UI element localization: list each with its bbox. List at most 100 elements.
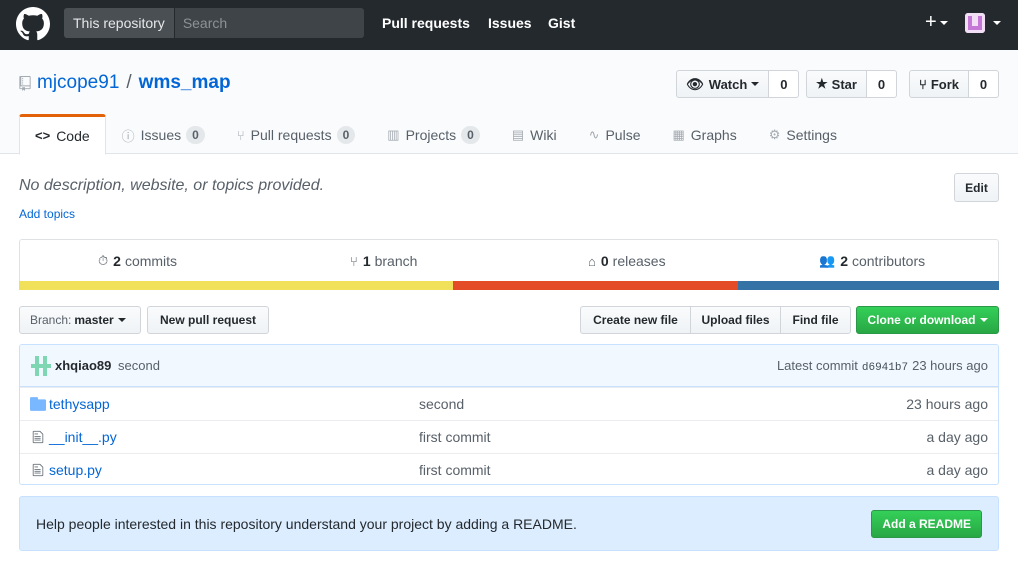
file-commit-message[interactable]: second bbox=[419, 396, 464, 412]
star-count[interactable]: 0 bbox=[866, 70, 897, 98]
commit-message-link[interactable]: second bbox=[118, 358, 160, 373]
tab-label: Code bbox=[56, 127, 90, 144]
file-table: xhqiao89 second Latest commit d6941b7 23… bbox=[19, 344, 999, 485]
tab-graphs[interactable]: ▦ Graphs bbox=[657, 114, 753, 154]
contributors-count: 2 bbox=[840, 253, 848, 269]
language-segment bbox=[738, 281, 999, 290]
github-logo-icon[interactable] bbox=[16, 7, 50, 41]
branches-link[interactable]: ⑂ 1 branch bbox=[350, 253, 417, 269]
chevron-down-icon bbox=[939, 20, 948, 25]
latest-commit-bar: xhqiao89 second Latest commit d6941b7 23… bbox=[20, 345, 998, 387]
search-box[interactable]: This repository Search bbox=[64, 8, 364, 38]
fork-icon: ⑂ bbox=[919, 76, 927, 92]
project-icon: ▥ bbox=[387, 127, 400, 142]
star-button[interactable]: ★ Star bbox=[806, 70, 867, 98]
tab-code[interactable]: <> Code bbox=[19, 114, 106, 155]
create-new-dropdown[interactable]: + bbox=[925, 12, 948, 32]
branch-count: 1 bbox=[362, 253, 371, 269]
contributors-label: contributors bbox=[851, 253, 926, 269]
search-scope-label: This repository bbox=[64, 8, 175, 38]
readme-prompt-text: Help people interested in this repositor… bbox=[36, 516, 577, 532]
user-avatar[interactable] bbox=[965, 13, 985, 33]
branch-select-button[interactable]: Branch: master bbox=[19, 306, 141, 334]
clone-label: Clone or download bbox=[867, 313, 976, 327]
watch-button[interactable]: 👁 Watch bbox=[676, 70, 770, 98]
latest-commit-prefix: Latest commit bbox=[776, 358, 858, 373]
tab-label: Projects bbox=[405, 127, 457, 143]
tab-wiki[interactable]: ▤ Wiki bbox=[496, 114, 573, 154]
chevron-down-icon bbox=[751, 82, 760, 86]
repo-header: mjcope91 / wms_map 👁 Watch 0 ★ Star 0 ⑂ … bbox=[0, 50, 1018, 155]
edit-description-button[interactable]: Edit bbox=[954, 173, 999, 202]
repo-owner-link[interactable]: mjcope91 bbox=[37, 72, 119, 94]
repo-icon bbox=[19, 75, 31, 91]
file-commit-message[interactable]: first commit bbox=[419, 429, 491, 445]
create-new-file-button[interactable]: Create new file bbox=[580, 306, 691, 334]
file-name-link[interactable]: setup.py bbox=[49, 462, 102, 478]
repo-title: mjcope91 / wms_map bbox=[19, 72, 231, 94]
nav-pull-requests[interactable]: Pull requests bbox=[382, 15, 470, 31]
people-icon: 👥 bbox=[819, 253, 836, 268]
releases-link[interactable]: ⌂ 0 releases bbox=[588, 253, 666, 269]
fork-count[interactable]: 0 bbox=[968, 70, 999, 98]
latest-commit-info: Latest commit d6941b7 23 hours ago bbox=[777, 358, 988, 374]
search-input[interactable]: Search bbox=[175, 8, 364, 38]
nav-gist[interactable]: Gist bbox=[548, 15, 575, 31]
nav-issues[interactable]: Issues bbox=[488, 15, 532, 31]
add-topics-link[interactable]: Add topics bbox=[19, 207, 75, 221]
tab-issues[interactable]: ⓘ Issues 0 bbox=[106, 114, 221, 154]
file-name-link[interactable]: tethysapp bbox=[49, 396, 110, 412]
code-icon: <> bbox=[35, 128, 51, 143]
contributors-link[interactable]: 👥 2 contributors bbox=[819, 253, 925, 269]
releases-count: 0 bbox=[600, 253, 609, 269]
watch-count[interactable]: 0 bbox=[769, 70, 800, 98]
folder-icon bbox=[30, 397, 46, 411]
author-avatar[interactable] bbox=[31, 356, 51, 376]
commits-link[interactable]: ⏱ 2 commits bbox=[98, 253, 177, 269]
tab-pull-requests[interactable]: ⑂ Pull requests 0 bbox=[221, 114, 371, 154]
chevron-down-icon[interactable] bbox=[993, 21, 1001, 25]
tab-label: Issues bbox=[140, 127, 182, 143]
tab-counter: 0 bbox=[336, 126, 356, 144]
commits-label: commits bbox=[124, 253, 178, 269]
fork-label: Fork bbox=[930, 76, 959, 92]
language-segment bbox=[19, 281, 454, 290]
commit-author-link[interactable]: xhqiao89 bbox=[55, 358, 111, 373]
file-name-link[interactable]: __init__.py bbox=[49, 429, 117, 445]
branch-name: master bbox=[74, 313, 114, 327]
branch-icon: ⑂ bbox=[350, 253, 358, 269]
file-commit-message[interactable]: first commit bbox=[419, 462, 491, 478]
book-icon: ▤ bbox=[511, 127, 525, 142]
pulse-icon: ∿ bbox=[588, 127, 600, 142]
tab-settings[interactable]: ⚙ Settings bbox=[753, 114, 853, 154]
clone-or-download-button[interactable]: Clone or download bbox=[856, 306, 999, 334]
repo-nav-tabs: <> Code ⓘ Issues 0 ⑂ Pull requests 0 ▥ Project… bbox=[19, 114, 853, 155]
repo-name-link[interactable]: wms_map bbox=[139, 72, 231, 94]
pull-request-icon: ⑂ bbox=[236, 127, 245, 143]
upload-files-button[interactable]: Upload files bbox=[690, 306, 781, 334]
commit-sha-link[interactable]: d6941b7 bbox=[862, 362, 908, 374]
file-icon bbox=[32, 430, 44, 444]
new-pull-request-button[interactable]: New pull request bbox=[147, 306, 269, 334]
star-label: Star bbox=[831, 76, 857, 92]
releases-label: releases bbox=[612, 253, 666, 269]
history-icon: ⏱ bbox=[98, 253, 109, 268]
tab-projects[interactable]: ▥ Projects 0 bbox=[371, 114, 496, 154]
file-row: __init__.py first commit a day ago bbox=[20, 420, 998, 453]
graph-icon: ▦ bbox=[672, 127, 685, 142]
path-separator: / bbox=[126, 72, 132, 93]
language-bar[interactable] bbox=[19, 281, 999, 290]
watch-label: Watch bbox=[708, 76, 748, 92]
add-readme-button[interactable]: Add a README bbox=[871, 510, 982, 538]
tab-label: Wiki bbox=[530, 127, 557, 143]
tab-pulse[interactable]: ∿ Pulse bbox=[573, 114, 657, 154]
fork-button[interactable]: ⑂ Fork bbox=[909, 70, 969, 98]
file-row: tethysapp second 23 hours ago bbox=[20, 387, 998, 420]
readme-prompt: Help people interested in this repositor… bbox=[19, 496, 999, 551]
file-age: a day ago bbox=[926, 429, 989, 445]
fork-group: ⑂ Fork 0 bbox=[909, 70, 999, 98]
tab-label: Settings bbox=[786, 127, 837, 143]
chevron-down-icon bbox=[117, 318, 126, 322]
find-file-button[interactable]: Find file bbox=[780, 306, 851, 334]
commits-count: 2 bbox=[113, 253, 121, 269]
